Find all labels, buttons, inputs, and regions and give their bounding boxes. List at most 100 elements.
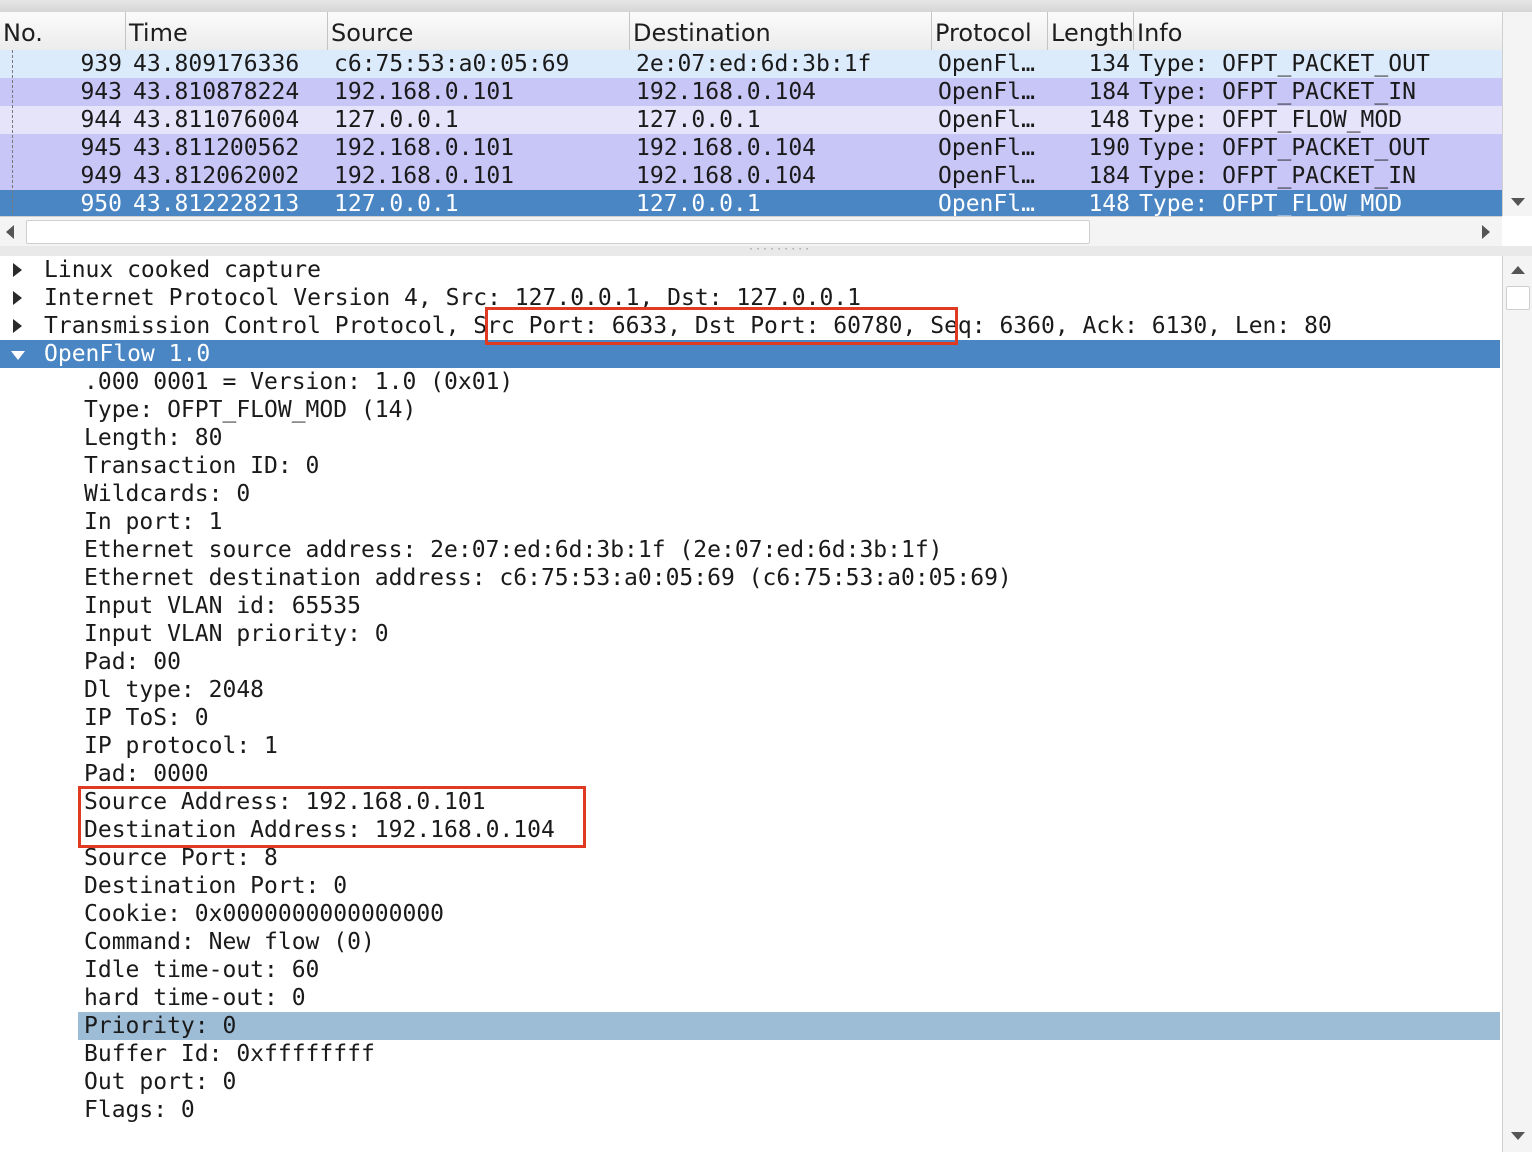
openflow-field-label: Dl type: 2048	[84, 677, 265, 703]
packet-list-vertical-scrollbar[interactable]	[1502, 12, 1532, 216]
openflow-field[interactable]: Destination Port: 0	[0, 872, 1500, 900]
triangle-right-icon[interactable]	[13, 263, 22, 277]
openflow-field[interactable]: Input VLAN id: 65535	[0, 592, 1500, 620]
splitter-grip-icon[interactable]: ·········	[748, 245, 810, 255]
openflow-field[interactable]: Priority: 0	[78, 1012, 1500, 1040]
packet-time-cell: 43.809176336	[133, 51, 300, 77]
arrow-right-icon[interactable]	[1482, 225, 1490, 239]
packet-info-cell: Type: OFPT_PACKET_IN	[1139, 79, 1416, 105]
packet-length-cell: 148	[1088, 107, 1130, 133]
packet-time-cell: 43.811076004	[133, 107, 300, 133]
openflow-field[interactable]: Out port: 0	[0, 1068, 1500, 1096]
packet-list-pane[interactable]: No. Time Source Destination Protocol Len…	[0, 0, 1532, 247]
openflow-field[interactable]: Ethernet destination address: c6:75:53:a…	[0, 564, 1500, 592]
openflow-field[interactable]: Input VLAN priority: 0	[0, 620, 1500, 648]
details-vertical-scrollbar[interactable]	[1502, 256, 1532, 1152]
packet-source-cell: 192.168.0.101	[334, 79, 515, 105]
openflow-field[interactable]: IP protocol: 1	[0, 732, 1500, 760]
annotation-box-tcp-ports	[485, 307, 958, 345]
openflow-field-label: Ethernet destination address: c6:75:53:a…	[84, 565, 1012, 591]
openflow-field[interactable]: Length: 80	[0, 424, 1500, 452]
openflow-field-label: IP ToS: 0	[84, 705, 209, 731]
pane-splitter[interactable]: ·········	[0, 245, 1532, 256]
packet-length-cell: 190	[1088, 135, 1130, 161]
column-header-length[interactable]: Length	[1048, 12, 1134, 50]
packet-length-cell: 184	[1088, 79, 1130, 105]
openflow-field[interactable]: IP ToS: 0	[0, 704, 1500, 732]
column-header-info[interactable]: Info	[1134, 12, 1502, 50]
openflow-field-label: hard time-out: 0	[84, 985, 306, 1011]
packet-length-cell: 134	[1088, 51, 1130, 77]
column-header-protocol[interactable]: Protocol	[932, 12, 1048, 50]
vertical-scroll-thumb[interactable]	[1506, 286, 1530, 310]
openflow-field-label: In port: 1	[84, 509, 223, 535]
packet-row[interactable]: 939 43.809176336 c6:75:53:a0:05:69 2e:07:ed…	[0, 50, 1502, 78]
packet-info-cell: Type: OFPT_PACKET_IN	[1139, 163, 1416, 189]
packet-source-cell: 127.0.0.1	[334, 107, 459, 133]
packet-no-cell: 939	[80, 51, 122, 77]
openflow-field-label: Input VLAN priority: 0	[84, 621, 389, 647]
packet-time-cell: 43.811200562	[133, 135, 300, 161]
openflow-field[interactable]: Wildcards: 0	[0, 480, 1500, 508]
related-packet-line	[12, 50, 13, 218]
tree-item-label: OpenFlow 1.0	[44, 341, 211, 367]
packet-row[interactable]: 949 43.812062002 192.168.0.101 192.168.0.10…	[0, 162, 1502, 190]
openflow-field-label: Input VLAN id: 65535	[84, 593, 361, 619]
packet-row[interactable]: 950 43.812228213 127.0.0.1 127.0.0.1 OpenFl……	[0, 190, 1502, 218]
packet-destination-cell: 2e:07:ed:6d:3b:1f	[636, 51, 872, 77]
packet-no-cell: 944	[80, 107, 122, 133]
openflow-field[interactable]: Flags: 0	[0, 1096, 1500, 1124]
packet-no-cell: 950	[80, 191, 122, 217]
column-header-destination[interactable]: Destination	[630, 12, 932, 50]
column-header-time[interactable]: Time	[126, 12, 328, 50]
openflow-field-label: Wildcards: 0	[84, 481, 251, 507]
packet-destination-cell: 192.168.0.104	[636, 79, 817, 105]
openflow-field[interactable]: Pad: 00	[0, 648, 1500, 676]
triangle-right-icon[interactable]	[13, 291, 22, 305]
openflow-field[interactable]: Command: New flow (0)	[0, 928, 1500, 956]
packet-source-cell: 127.0.0.1	[334, 191, 459, 217]
openflow-field[interactable]: hard time-out: 0	[0, 984, 1500, 1012]
column-header-no[interactable]: No.	[0, 12, 126, 50]
tcp-label-prefix: Transmission Control Protocol,	[44, 313, 474, 339]
openflow-field-label: Out port: 0	[84, 1069, 237, 1095]
arrow-down-icon[interactable]	[1511, 1132, 1525, 1140]
openflow-field[interactable]: Source Port: 8	[0, 844, 1500, 872]
openflow-field-label: Pad: 0000	[84, 761, 209, 787]
packet-list-horizontal-scrollbar[interactable]	[0, 216, 1502, 247]
packet-time-cell: 43.812062002	[133, 163, 300, 189]
packet-info-cell: Type: OFPT_FLOW_MOD	[1139, 107, 1403, 133]
openflow-field[interactable]: .000 0001 = Version: 1.0 (0x01)	[0, 368, 1500, 396]
packet-destination-cell: 192.168.0.104	[636, 163, 817, 189]
triangle-down-icon[interactable]	[11, 351, 25, 360]
openflow-field[interactable]: Transaction ID: 0	[0, 452, 1500, 480]
openflow-field[interactable]: Buffer Id: 0xffffffff	[0, 1040, 1500, 1068]
openflow-field[interactable]: Type: OFPT_FLOW_MOD (14)	[0, 396, 1500, 424]
column-header-source[interactable]: Source	[328, 12, 630, 50]
packet-no-cell: 949	[80, 163, 122, 189]
packet-no-cell: 943	[80, 79, 122, 105]
packet-time-cell: 43.810878224	[133, 79, 300, 105]
packet-time-cell: 43.812228213	[133, 191, 300, 217]
openflow-field[interactable]: Pad: 0000	[0, 760, 1500, 788]
openflow-field[interactable]: Cookie: 0x0000000000000000	[0, 900, 1500, 928]
openflow-field[interactable]: In port: 1	[0, 508, 1500, 536]
triangle-right-icon[interactable]	[13, 319, 22, 333]
tree-item-linux-cooked-capture[interactable]: Linux cooked capture	[0, 256, 1500, 284]
packet-row[interactable]: 945 43.811200562 192.168.0.101 192.168.0.10…	[0, 134, 1502, 162]
openflow-field[interactable]: Dl type: 2048	[0, 676, 1500, 704]
arrow-left-icon[interactable]	[6, 225, 14, 239]
arrow-up-icon[interactable]	[1511, 266, 1525, 274]
packet-destination-cell: 192.168.0.104	[636, 135, 817, 161]
openflow-field-label: Flags: 0	[84, 1097, 195, 1123]
packet-details-pane[interactable]: Linux cooked capture Internet Protocol V…	[0, 256, 1502, 1152]
openflow-field-label: Pad: 00	[84, 649, 181, 675]
packet-row[interactable]: 943 43.810878224 192.168.0.101 192.168.0.10…	[0, 78, 1502, 106]
openflow-field[interactable]: Ethernet source address: 2e:07:ed:6d:3b:…	[0, 536, 1500, 564]
horizontal-scroll-thumb[interactable]	[26, 220, 1090, 244]
arrow-down-icon[interactable]	[1511, 198, 1525, 206]
packet-row[interactable]: 944 43.811076004 127.0.0.1 127.0.0.1 OpenFl……	[0, 106, 1502, 134]
openflow-field[interactable]: Idle time-out: 60	[0, 956, 1500, 984]
openflow-field-label: Ethernet source address: 2e:07:ed:6d:3b:…	[84, 537, 943, 563]
packet-info-cell: Type: OFPT_PACKET_OUT	[1139, 135, 1430, 161]
